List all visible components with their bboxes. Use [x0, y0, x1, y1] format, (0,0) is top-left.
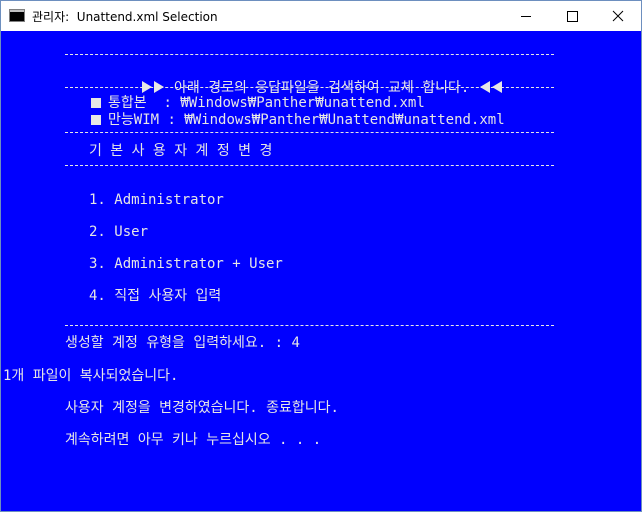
path-value: ₩Windows₩Panther₩unattend.xml [180, 95, 425, 111]
section-title: 기 본 사 용 자 계 정 변 경 [89, 143, 273, 159]
copy-result-line: 1개 파일이 복사되었습니다. [3, 368, 179, 384]
prompt-line: 생성할 계정 유형을 입력하세요. : 4 [65, 335, 300, 351]
menu-item: 3. Administrator + User [89, 256, 283, 272]
path-label: 만능WIM [108, 112, 160, 128]
path-value: ₩Windows₩Panther₩Unattend₩unattend.xml [184, 112, 505, 128]
menu-item: 1. Administrator [89, 192, 224, 208]
minimize-button[interactable] [503, 1, 549, 31]
divider [65, 132, 554, 133]
close-button[interactable] [595, 1, 641, 31]
square-bullet-icon [91, 98, 101, 108]
path-separator: : [159, 112, 185, 128]
maximize-button[interactable] [549, 1, 595, 31]
divider [65, 325, 554, 326]
title-bar[interactable]: 관리자: Unattend.xml Selection [1, 1, 641, 31]
menu-item: 2. User [89, 224, 149, 240]
header-text: 아래 경로의 응답파일을 검색하여 교체 합니다. [174, 80, 470, 96]
console-output[interactable]: 아래 경로의 응답파일을 검색하여 교체 합니다. 통합본 : ₩Windows… [1, 31, 641, 511]
menu-item: 4. 직접 사용자 입력 [89, 288, 222, 304]
done-message: 사용자 계정을 변경하였습니다. 종료합니다. [65, 400, 339, 416]
path-line: 통합본 : ₩Windows₩Panther₩unattend.xml [91, 95, 425, 111]
close-icon [612, 10, 624, 22]
square-bullet-icon [91, 115, 101, 125]
window-title: 관리자: Unattend.xml Selection [32, 10, 218, 24]
console-window: 관리자: Unattend.xml Selection 아래 경로의 응답파일을… [0, 0, 642, 512]
path-line: 만능WIM : ₩Windows₩Panther₩Unattend₩unatte… [91, 112, 505, 128]
divider [65, 87, 554, 88]
path-label: 통합본 [108, 95, 147, 111]
continue-message: 계속하려면 아무 키나 누르십시오 . . . [65, 432, 322, 448]
divider [65, 165, 554, 166]
path-separator: : [146, 95, 181, 111]
divider [65, 54, 554, 55]
console-icon[interactable] [9, 9, 25, 22]
